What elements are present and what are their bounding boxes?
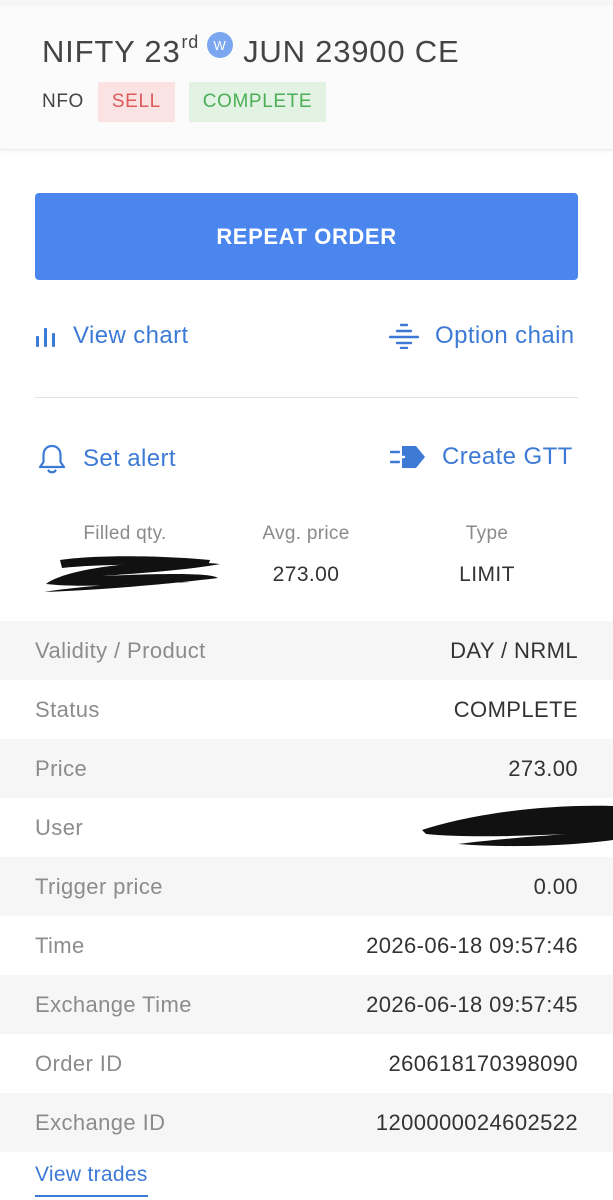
side-badge: SELL bbox=[97, 82, 175, 122]
option-chain-icon bbox=[389, 323, 419, 349]
detail-key: Time bbox=[35, 932, 85, 958]
weekly-expiry-badge: W bbox=[207, 32, 234, 58]
type-stat: Type LIMIT bbox=[412, 523, 562, 587]
detail-row-validity: Validity / Product DAY / NRML bbox=[0, 621, 613, 680]
detail-value: 273.00 bbox=[508, 755, 578, 781]
option-chain-label: Option chain bbox=[435, 322, 575, 349]
set-alert-label: Set alert bbox=[83, 445, 176, 472]
detail-value: 260618170398090 bbox=[388, 1050, 578, 1076]
instrument-symbol: NIFTY 23 bbox=[42, 34, 181, 69]
order-details-table: Validity / Product DAY / NRML Status COM… bbox=[0, 621, 613, 1152]
actions-divider bbox=[35, 397, 578, 398]
instrument-title: NIFTY 23rd W JUN 23900 CE bbox=[42, 32, 460, 70]
detail-key: Exchange ID bbox=[35, 1109, 166, 1135]
user-redaction bbox=[422, 805, 613, 847]
detail-key: Validity / Product bbox=[35, 637, 206, 663]
option-chain-link[interactable]: Option chain bbox=[389, 322, 575, 350]
status-badge: COMPLETE bbox=[188, 82, 327, 122]
set-alert-link[interactable]: Set alert bbox=[37, 443, 176, 475]
view-chart-link[interactable]: View chart bbox=[35, 322, 189, 350]
order-details-screen: NIFTY 23rd W JUN 23900 CE NFO SELL COMPL… bbox=[0, 0, 613, 1200]
filled-qty-stat: Filled qty. bbox=[40, 523, 210, 545]
bar-chart-icon bbox=[35, 324, 57, 348]
type-value: LIMIT bbox=[459, 563, 515, 586]
detail-row-trigger-price: Trigger price 0.00 bbox=[0, 857, 613, 916]
avg-price-label: Avg. price bbox=[262, 523, 350, 544]
detail-row-user: User bbox=[0, 798, 613, 857]
detail-value: 2026-06-18 09:57:45 bbox=[366, 991, 578, 1017]
day-suffix: rd bbox=[181, 32, 200, 52]
repeat-order-button[interactable]: REPEAT ORDER bbox=[35, 193, 578, 280]
detail-key: Price bbox=[35, 755, 88, 781]
detail-row-time: Time 2026-06-18 09:57:46 bbox=[0, 916, 613, 975]
detail-row-price: Price 273.00 bbox=[0, 739, 613, 798]
detail-value: 1200000024602522 bbox=[375, 1109, 578, 1135]
detail-value: COMPLETE bbox=[453, 696, 578, 722]
order-header: NIFTY 23rd W JUN 23900 CE NFO SELL COMPL… bbox=[0, 0, 613, 150]
detail-key: Trigger price bbox=[35, 873, 163, 899]
detail-row-exchange-time: Exchange Time 2026-06-18 09:57:45 bbox=[0, 975, 613, 1034]
filled-qty-redaction bbox=[44, 556, 220, 592]
detail-row-exchange-id: Exchange ID 1200000024602522 bbox=[0, 1093, 613, 1152]
exchange-label: NFO bbox=[42, 91, 84, 112]
detail-value: 2026-06-18 09:57:46 bbox=[366, 932, 578, 958]
detail-key: Order ID bbox=[35, 1050, 123, 1076]
view-trades-link[interactable]: View trades bbox=[35, 1163, 148, 1197]
order-tags: NFO SELL COMPLETE bbox=[42, 82, 340, 122]
detail-row-status: Status COMPLETE bbox=[0, 680, 613, 739]
view-chart-label: View chart bbox=[73, 322, 189, 349]
detail-value: DAY / NRML bbox=[450, 637, 578, 663]
filled-qty-label: Filled qty. bbox=[83, 523, 167, 544]
detail-key: Exchange Time bbox=[35, 991, 192, 1017]
instrument-contract: JUN 23900 CE bbox=[243, 34, 460, 69]
detail-key: Status bbox=[35, 696, 100, 722]
detail-row-order-id: Order ID 260618170398090 bbox=[0, 1034, 613, 1093]
create-gtt-link[interactable]: Create GTT bbox=[390, 443, 573, 471]
bell-icon bbox=[37, 443, 67, 475]
previous-sheet-edge bbox=[0, 0, 613, 6]
create-gtt-label: Create GTT bbox=[442, 443, 573, 470]
avg-price-stat: Avg. price 273.00 bbox=[226, 523, 386, 587]
type-label: Type bbox=[465, 523, 509, 544]
avg-price-value: 273.00 bbox=[272, 563, 340, 586]
detail-value: 0.00 bbox=[533, 873, 578, 899]
detail-key: User bbox=[35, 814, 84, 840]
gtt-arrow-icon bbox=[390, 444, 426, 470]
